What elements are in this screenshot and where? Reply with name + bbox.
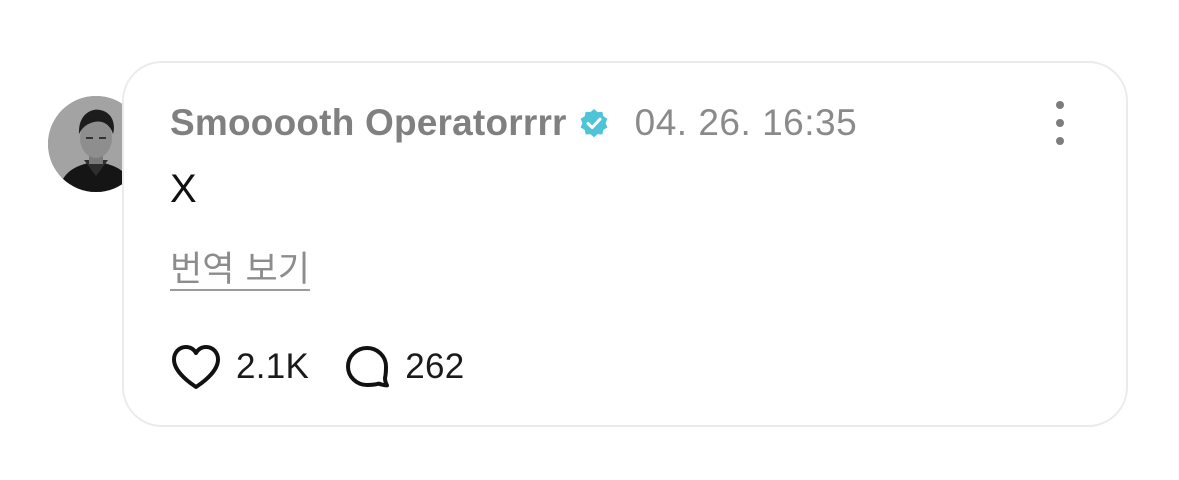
likes-count: 2.1K xyxy=(236,347,310,386)
comment-card: Smooooth Operatorrrr 04. 26. 16:35 X 번역 … xyxy=(122,61,1128,427)
more-options-button[interactable] xyxy=(1048,101,1072,145)
translate-link[interactable]: 번역 보기 xyxy=(170,241,310,292)
more-vertical-icon-dot xyxy=(1056,101,1064,109)
post-header: Smooooth Operatorrrr 04. 26. 16:35 xyxy=(170,99,857,147)
heart-icon xyxy=(172,345,220,389)
author-name[interactable]: Smooooth Operatorrrr xyxy=(170,102,567,144)
speech-bubble-icon xyxy=(346,346,390,388)
more-vertical-icon-dot xyxy=(1056,119,1064,127)
comments-count: 262 xyxy=(405,347,465,386)
more-vertical-icon-dot xyxy=(1056,137,1064,145)
comment-button[interactable]: 262 xyxy=(343,343,464,391)
post-text: X xyxy=(170,167,197,211)
like-button[interactable]: 2.1K xyxy=(170,343,309,391)
timestamp: 04. 26. 16:35 xyxy=(634,102,858,143)
action-bar: 2.1K 262 xyxy=(170,339,465,395)
verified-badge-icon xyxy=(577,106,611,140)
